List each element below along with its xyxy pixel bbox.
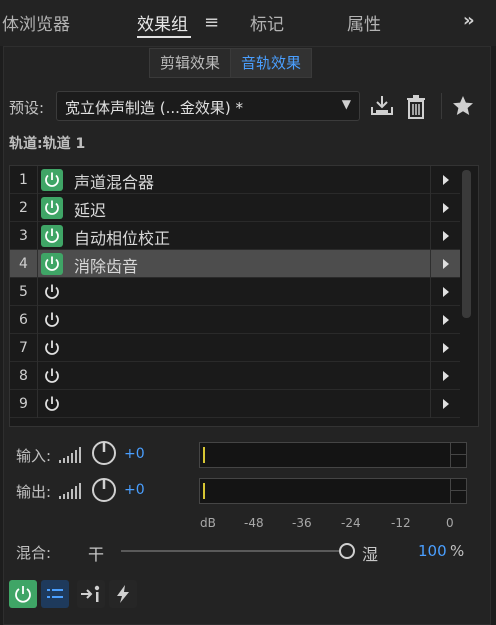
track-label: 轨道:轨道 1	[9, 136, 86, 152]
effect-menu-arrow-icon[interactable]	[430, 222, 460, 250]
power-off-icon[interactable]	[41, 393, 63, 415]
scale-label: 0	[446, 516, 454, 530]
mix-value[interactable]: 100	[418, 542, 447, 560]
toolbar-divider	[441, 93, 442, 119]
insert-routing-button[interactable]	[77, 580, 105, 608]
input-label: 输入:	[16, 447, 52, 465]
mix-slider-thumb[interactable]	[339, 543, 355, 559]
effect-menu-arrow-icon[interactable]	[430, 334, 460, 362]
scale-label: -48	[244, 516, 264, 530]
save-preset-icon[interactable]	[369, 94, 395, 118]
effect-menu-arrow-icon[interactable]	[430, 278, 460, 306]
mix-dry-label: 干	[88, 545, 105, 564]
slot-number: 9	[10, 390, 38, 418]
output-level-bars-icon	[59, 483, 81, 499]
slot-number: 2	[10, 194, 38, 222]
panel-tab-bar: 体浏览器 效果组 ≡ 标记 属性 »	[0, 0, 496, 46]
routing-icon	[81, 585, 100, 602]
output-gain-knob[interactable]	[91, 477, 117, 503]
power-on-icon[interactable]	[41, 197, 63, 219]
rack-slot[interactable]: 2 延迟	[10, 194, 460, 222]
effect-name: 消除齿音	[74, 257, 139, 276]
effect-menu-arrow-icon[interactable]	[430, 306, 460, 334]
lightning-icon	[117, 585, 129, 603]
slot-number: 1	[10, 166, 38, 194]
preset-dropdown[interactable]: 宽立体声制造 (...金效果) * ▼	[56, 91, 360, 121]
effect-menu-arrow-icon[interactable]	[430, 362, 460, 390]
effect-name: 自动相位校正	[74, 229, 171, 248]
track-effects-button[interactable]: 音轨效果	[230, 49, 312, 77]
active-tab-indicator	[137, 36, 191, 38]
rack-slot[interactable]: 3 自动相位校正	[10, 222, 460, 250]
slot-number: 8	[10, 362, 38, 390]
effect-menu-arrow-icon[interactable]	[430, 390, 460, 418]
output-gain-value[interactable]: +0	[124, 482, 145, 498]
output-meter-marker	[203, 483, 205, 499]
mix-wet-label: 湿	[362, 545, 379, 564]
apply-processing-button[interactable]	[109, 580, 137, 608]
panel-menu-icon[interactable]: ≡	[204, 12, 219, 33]
power-on-icon[interactable]	[41, 169, 63, 191]
tab-properties[interactable]: 属性	[347, 10, 381, 35]
output-label: 输出:	[16, 483, 52, 501]
preset-label: 预设:	[9, 99, 45, 117]
rack-scrollbar[interactable]	[462, 170, 471, 318]
clip-effects-button[interactable]: 剪辑效果	[150, 49, 230, 77]
tab-markers[interactable]: 标记	[250, 10, 284, 35]
favorites-star-icon[interactable]	[451, 94, 475, 118]
input-gain-value[interactable]: +0	[124, 446, 145, 462]
effect-name: 声道混合器	[74, 173, 155, 192]
input-meter-marker	[203, 447, 205, 463]
power-on-icon[interactable]	[41, 225, 63, 247]
rack-slot[interactable]: 7	[10, 334, 460, 362]
rack-slot[interactable]: 5	[10, 278, 460, 306]
tab-media-browser[interactable]: 体浏览器	[2, 10, 70, 35]
preset-value: 宽立体声制造 (...金效果) *	[65, 99, 244, 117]
rack-slot[interactable]: 9	[10, 390, 460, 418]
scale-label: -36	[292, 516, 312, 530]
power-off-icon[interactable]	[41, 281, 63, 303]
output-clip-indicator[interactable]	[450, 479, 466, 503]
output-level-meter	[199, 478, 467, 504]
input-clip-indicator[interactable]	[450, 443, 466, 467]
scale-label: -24	[341, 516, 361, 530]
show-list-button[interactable]	[41, 580, 69, 608]
overflow-chevrons-icon[interactable]: »	[463, 10, 475, 31]
power-icon	[15, 586, 31, 603]
list-icon	[47, 589, 63, 598]
mix-unit: %	[450, 542, 465, 560]
tab-effects-rack[interactable]: 效果组	[137, 10, 188, 35]
input-gain-knob[interactable]	[91, 440, 117, 466]
power-off-icon[interactable]	[41, 365, 63, 387]
effect-menu-arrow-icon[interactable]	[430, 194, 460, 222]
input-level-meter	[199, 442, 467, 468]
rack-slot[interactable]: 1 声道混合器	[10, 166, 460, 194]
delete-preset-icon[interactable]	[405, 94, 427, 120]
mix-label: 混合:	[16, 544, 52, 562]
rack-slot[interactable]: 8	[10, 362, 460, 390]
mix-slider-track[interactable]	[121, 550, 345, 552]
input-level-bars-icon	[59, 447, 81, 463]
effect-menu-arrow-icon[interactable]	[430, 166, 460, 194]
effects-rack-list: 1 声道混合器 2 延迟 3 自动相位校正 4 消除齿音 5 6 7 8 9	[9, 165, 479, 427]
chevron-down-icon: ▼	[341, 97, 351, 111]
slot-number: 4	[10, 250, 38, 278]
effects-mode-switch: 剪辑效果 音轨效果	[149, 48, 313, 78]
slot-number: 6	[10, 306, 38, 334]
power-off-icon[interactable]	[41, 309, 63, 331]
rack-slot[interactable]: 6	[10, 306, 460, 334]
slot-number: 7	[10, 334, 38, 362]
master-power-button[interactable]	[9, 580, 37, 608]
effect-menu-arrow-icon[interactable]	[430, 250, 460, 278]
slot-number: 5	[10, 278, 38, 306]
rack-slot-selected[interactable]: 4 消除齿音	[10, 250, 460, 278]
power-off-icon[interactable]	[41, 337, 63, 359]
effect-name: 延迟	[74, 201, 107, 220]
scale-label: -12	[391, 516, 411, 530]
power-on-icon[interactable]	[41, 253, 63, 275]
scale-label: dB	[200, 516, 216, 530]
slot-number: 3	[10, 222, 38, 250]
